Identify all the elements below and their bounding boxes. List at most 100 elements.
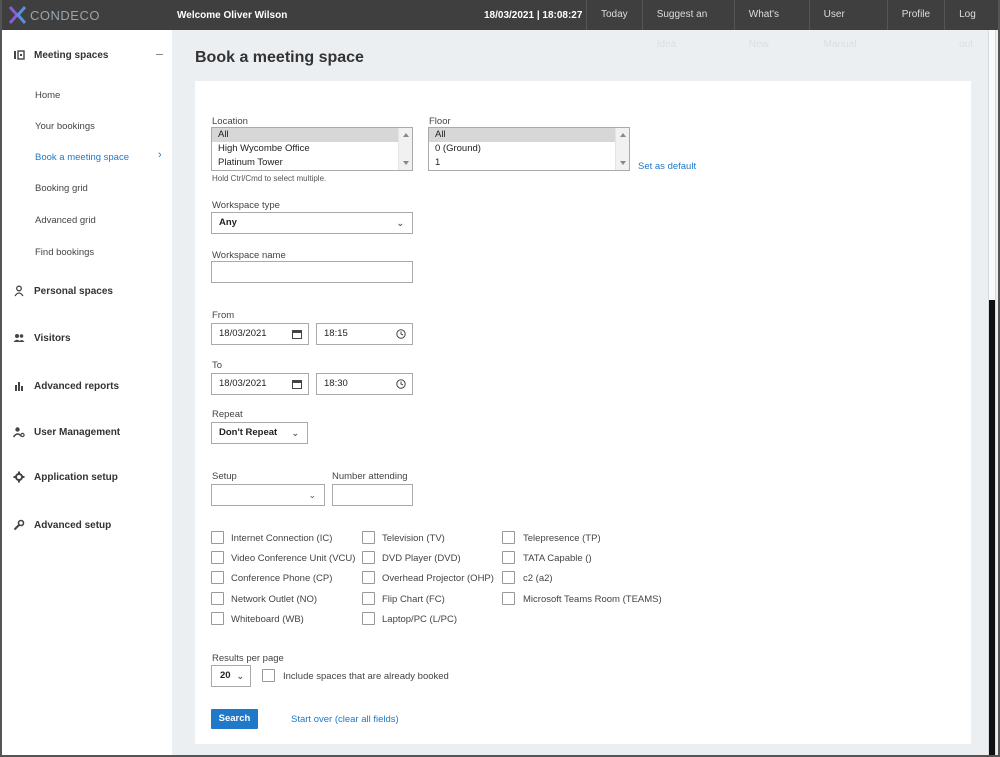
results-per-page-select[interactable]: 20 ⌄: [211, 665, 251, 687]
location-listbox[interactable]: All High Wycombe Office Platinum Tower: [211, 127, 413, 171]
sidebar-group-user-management[interactable]: User Management: [2, 422, 172, 442]
from-date-input[interactable]: 18/03/2021: [211, 323, 309, 345]
repeat-value: Don't Repeat: [219, 427, 278, 438]
floor-option[interactable]: All: [429, 128, 629, 142]
sidebar-item-book-meeting-space[interactable]: Book a meeting space: [35, 152, 129, 163]
search-button[interactable]: Search: [211, 709, 258, 729]
to-date-input[interactable]: 18/03/2021: [211, 373, 309, 395]
nav-log-out[interactable]: Log out: [944, 0, 998, 50]
scroll-down-icon[interactable]: [403, 161, 409, 165]
sidebar-item-find-bookings[interactable]: Find bookings: [35, 247, 94, 258]
workspace-name-label: Workspace name: [212, 250, 286, 261]
collapse-icon[interactable]: [156, 54, 163, 55]
user-settings-icon: [13, 427, 25, 438]
start-over-link[interactable]: Start over (clear all fields): [291, 714, 399, 725]
facility-checkbox[interactable]: [211, 551, 224, 564]
facility-label: Internet Connection (IC): [231, 533, 333, 544]
calendar-icon[interactable]: [292, 329, 302, 339]
results-per-page-label: Results per page: [212, 653, 284, 664]
wrench-icon: [13, 519, 25, 531]
facility-label: Flip Chart (FC): [382, 594, 445, 605]
sidebar-group-application-setup[interactable]: Application setup: [2, 467, 172, 487]
to-date-value: 18/03/2021: [219, 378, 267, 389]
include-booked-label: Include spaces that are already booked: [283, 671, 449, 682]
sidebar: Meeting spaces Home Your bookings Book a…: [2, 30, 172, 755]
current-datetime: 18/03/2021 | 18:08:27: [484, 10, 583, 21]
sidebar-group-meeting-spaces[interactable]: Meeting spaces: [2, 45, 172, 65]
facility-checkbox[interactable]: [502, 571, 515, 584]
nav-user-manual[interactable]: User Manual: [808, 0, 887, 50]
scroll-down-icon[interactable]: [620, 161, 626, 165]
sidebar-group-advanced-reports[interactable]: Advanced reports: [2, 376, 172, 396]
facility-checkbox[interactable]: [362, 551, 375, 564]
chevron-down-icon: ⌄: [291, 428, 299, 438]
sidebar-item-booking-grid[interactable]: Booking grid: [35, 183, 88, 194]
chevron-right-icon: ›: [158, 149, 162, 161]
gear-icon: [13, 471, 25, 483]
floor-listbox[interactable]: All 0 (Ground) 1: [428, 127, 630, 171]
nav-today[interactable]: Today: [586, 0, 642, 30]
calendar-icon[interactable]: [292, 379, 302, 389]
nav-profile[interactable]: Profile: [886, 0, 944, 30]
workspace-type-select[interactable]: Any ⌄: [211, 212, 413, 234]
nav-suggest-idea[interactable]: Suggest an Idea: [641, 0, 734, 50]
facility-checkbox[interactable]: [362, 571, 375, 584]
person-icon: [14, 285, 24, 297]
sidebar-group-label: Advanced reports: [34, 380, 120, 392]
chevron-down-icon: ⌄: [396, 218, 404, 228]
listbox-scrollbar[interactable]: [615, 128, 629, 170]
sidebar-item-advanced-grid[interactable]: Advanced grid: [35, 215, 96, 226]
chevron-down-icon: ⌄: [308, 490, 316, 500]
meeting-spaces-icon: [14, 50, 25, 60]
to-time-value: 18:30: [324, 378, 348, 389]
to-time-input[interactable]: 18:30: [316, 373, 413, 395]
include-booked-checkbox[interactable]: [262, 669, 275, 682]
page-scrollbar[interactable]: [988, 30, 996, 755]
facility-checkbox[interactable]: [211, 592, 224, 605]
sidebar-group-advanced-setup[interactable]: Advanced setup: [2, 515, 172, 535]
from-label: From: [212, 310, 235, 321]
set-as-default-link[interactable]: Set as default: [638, 161, 696, 172]
facility-checkbox[interactable]: [362, 531, 375, 544]
listbox-scrollbar[interactable]: [398, 128, 412, 170]
facility-checkbox[interactable]: [211, 612, 224, 625]
facility-label: Network Outlet (NO): [231, 594, 318, 605]
scroll-up-icon[interactable]: [403, 133, 409, 137]
sidebar-item-home[interactable]: Home: [35, 90, 60, 101]
scroll-up-icon[interactable]: [620, 133, 626, 137]
sidebar-item-your-bookings[interactable]: Your bookings: [35, 121, 95, 132]
logo-text: CONDECO: [30, 7, 100, 23]
facility-checkbox[interactable]: [362, 592, 375, 605]
clock-icon[interactable]: [396, 329, 406, 339]
sidebar-group-visitors[interactable]: Visitors: [2, 328, 172, 348]
location-option[interactable]: Platinum Tower: [212, 156, 412, 170]
workspace-type-label: Workspace type: [212, 200, 280, 211]
facility-label: Television (TV): [382, 533, 445, 544]
facility-label: DVD Player (DVD): [382, 553, 461, 564]
workspace-name-input[interactable]: [211, 261, 413, 283]
nav-whats-new[interactable]: What's New: [733, 0, 809, 50]
sidebar-group-personal-spaces[interactable]: Personal spaces: [2, 281, 172, 301]
floor-option[interactable]: 0 (Ground): [429, 142, 629, 156]
facility-checkbox[interactable]: [502, 592, 515, 605]
condeco-logo[interactable]: CONDECO: [8, 6, 100, 24]
floor-option[interactable]: 1: [429, 156, 629, 170]
setup-select[interactable]: ⌄: [211, 484, 325, 506]
clock-icon[interactable]: [396, 379, 406, 389]
facility-checkbox[interactable]: [502, 551, 515, 564]
sidebar-group-label: Visitors: [34, 332, 71, 344]
facility-checkbox[interactable]: [211, 571, 224, 584]
location-option[interactable]: All: [212, 128, 412, 142]
repeat-select[interactable]: Don't Repeat ⌄: [211, 422, 308, 444]
setup-label: Setup: [212, 471, 237, 482]
sidebar-group-label: Personal spaces: [34, 285, 113, 297]
number-attending-input[interactable]: [332, 484, 413, 506]
from-time-input[interactable]: 18:15: [316, 323, 413, 345]
facility-checkbox[interactable]: [211, 531, 224, 544]
workspace-type-value: Any: [219, 217, 237, 228]
facility-checkbox[interactable]: [502, 531, 515, 544]
facility-checkbox[interactable]: [362, 612, 375, 625]
app-window: CONDECO Welcome Oliver Wilson 18/03/2021…: [0, 0, 1000, 757]
scrollbar-thumb[interactable]: [989, 30, 995, 300]
location-option[interactable]: High Wycombe Office: [212, 142, 412, 156]
